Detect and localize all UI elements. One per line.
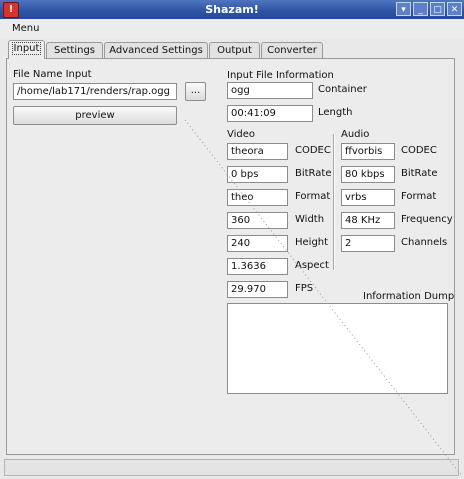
background-diagonal-line bbox=[184, 119, 463, 477]
tab-input[interactable]: Input bbox=[8, 40, 45, 59]
